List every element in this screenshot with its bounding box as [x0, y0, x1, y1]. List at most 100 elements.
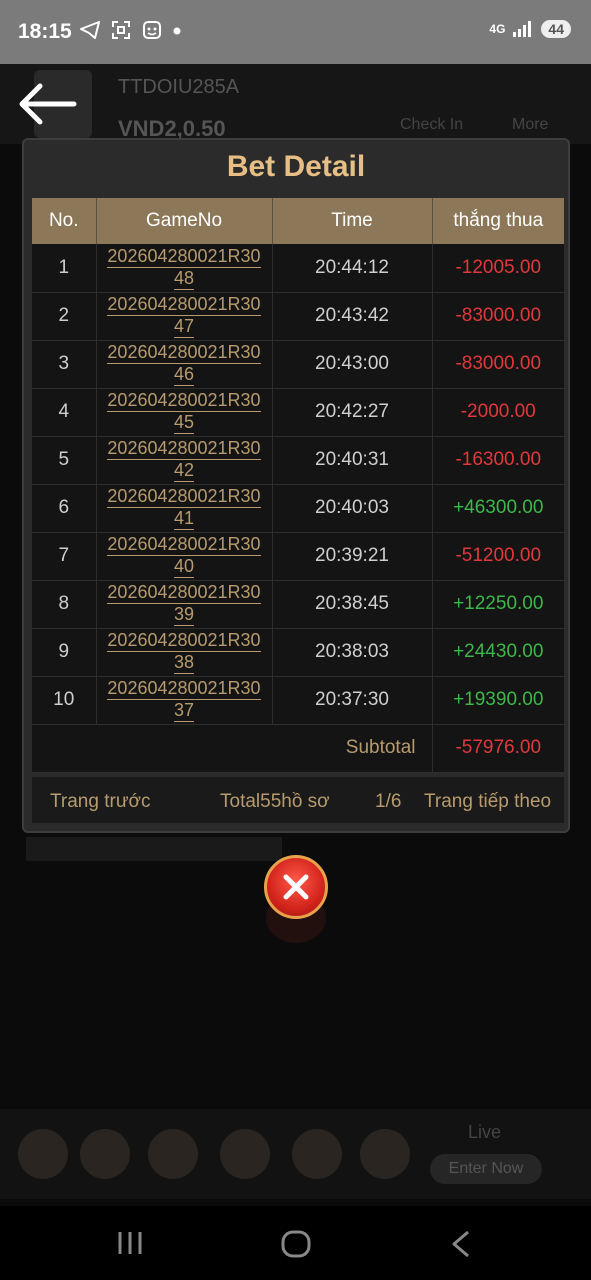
battery-indicator: 44 — [541, 20, 571, 38]
column-header: thắng thua — [432, 198, 564, 244]
dealer-avatar — [220, 1129, 270, 1179]
game-number-link[interactable]: 202604280021R30 47 — [107, 294, 261, 338]
subtotal-value: -57976.00 — [432, 724, 564, 773]
game-number-link[interactable]: 202604280021R30 45 — [107, 390, 261, 434]
row-result: -83000.00 — [432, 292, 564, 341]
row-number: 8 — [32, 580, 97, 629]
game-number-line: 202604280021R30 — [107, 438, 261, 460]
table-row: 10 202604280021R30 37 20:37:30 +19390.00 — [32, 676, 564, 725]
row-number: 5 — [32, 436, 97, 485]
game-number-suffix: 39 — [173, 604, 195, 626]
next-page-link[interactable]: Trang tiếp theo — [424, 791, 551, 813]
row-result: +46300.00 — [432, 484, 564, 533]
game-number-line: 202604280021R30 — [107, 582, 261, 604]
row-result: +19390.00 — [432, 676, 564, 725]
background-header: TTDOIU285A VND2,0.50 Check In More — [0, 64, 591, 144]
row-result: -16300.00 — [432, 436, 564, 485]
background-more: More — [512, 116, 549, 133]
game-number-link[interactable]: 202604280021R30 41 — [107, 486, 261, 530]
table-row: 7 202604280021R30 40 20:39:21 -51200.00 — [32, 532, 564, 581]
network-type: 4G — [489, 22, 506, 36]
background-username: TTDOIU285A — [118, 76, 240, 98]
dealer-avatar — [80, 1129, 130, 1179]
row-time: 20:38:45 — [272, 580, 433, 629]
subtotal-label: Subtotal — [32, 724, 433, 773]
row-time: 20:37:30 — [272, 676, 433, 725]
game-number-suffix: 37 — [173, 700, 195, 722]
row-time: 20:38:03 — [272, 628, 433, 677]
column-header: No. — [32, 198, 97, 244]
table-row: 3 202604280021R30 46 20:43:00 -83000.00 — [32, 340, 564, 389]
background-enter-now: Enter Now — [430, 1154, 542, 1184]
dealer-avatar — [292, 1129, 342, 1179]
game-number-cell: 202604280021R30 48 — [96, 244, 273, 293]
table-row: 9 202604280021R30 38 20:38:03 +24430.00 — [32, 628, 564, 677]
back-button[interactable] — [14, 80, 78, 128]
system-back-button[interactable] — [450, 1230, 472, 1263]
total-records: Total55hồ sơ — [220, 791, 330, 812]
gift-icon — [18, 1129, 68, 1179]
game-number-suffix: 41 — [173, 508, 195, 530]
row-number: 3 — [32, 340, 97, 389]
telegram-icon — [80, 21, 100, 39]
row-time: 20:44:12 — [272, 244, 433, 293]
dot-icon — [173, 27, 181, 35]
game-number-suffix: 47 — [173, 316, 195, 338]
game-number-cell: 202604280021R30 41 — [96, 484, 273, 533]
game-number-cell: 202604280021R30 38 — [96, 628, 273, 677]
status-time: 18:15 — [18, 20, 72, 43]
game-number-line: 202604280021R30 — [107, 294, 261, 316]
page-indicator: 1/6 — [375, 791, 402, 812]
game-number-link[interactable]: 202604280021R30 48 — [107, 246, 261, 290]
game-number-link[interactable]: 202604280021R30 42 — [107, 438, 261, 482]
recent-apps-button[interactable] — [116, 1230, 144, 1261]
home-button[interactable] — [281, 1230, 311, 1263]
bot-icon — [143, 21, 162, 39]
game-number-link[interactable]: 202604280021R30 37 — [107, 678, 261, 722]
game-number-link[interactable]: 202604280021R30 38 — [107, 630, 261, 674]
status-bar: 18:15 4G 44 — [0, 0, 591, 64]
row-result: -12005.00 — [432, 244, 564, 293]
game-number-line: 202604280021R30 — [107, 630, 261, 652]
recent-apps-icon — [118, 1232, 142, 1254]
row-number: 7 — [32, 532, 97, 581]
game-number-suffix: 40 — [173, 556, 195, 578]
game-number-line: 202604280021R30 — [107, 342, 261, 364]
table-row: 5 202604280021R30 42 20:40:31 -16300.00 — [32, 436, 564, 485]
background-live-label: Live — [468, 1122, 502, 1142]
dealer-avatar — [360, 1129, 410, 1179]
row-time: 20:42:27 — [272, 388, 433, 437]
row-time: 20:43:00 — [272, 340, 433, 389]
game-number-cell: 202604280021R30 39 — [96, 580, 273, 629]
game-number-line: 202604280021R30 — [107, 534, 261, 556]
row-result: +12250.00 — [432, 580, 564, 629]
row-number: 2 — [32, 292, 97, 341]
game-number-cell: 202604280021R30 46 — [96, 340, 273, 389]
home-icon — [281, 1230, 311, 1258]
game-number-suffix: 38 — [173, 652, 195, 674]
game-number-link[interactable]: 202604280021R30 46 — [107, 342, 261, 386]
game-number-cell: 202604280021R30 47 — [96, 292, 273, 341]
table-row: 1 202604280021R30 48 20:44:12 -12005.00 — [32, 244, 564, 293]
game-number-link[interactable]: 202604280021R30 39 — [107, 582, 261, 626]
game-number-suffix: 45 — [173, 412, 195, 434]
row-result: -51200.00 — [432, 532, 564, 581]
prev-page-link[interactable]: Trang trước — [50, 791, 151, 813]
close-button[interactable] — [264, 855, 328, 919]
game-number-suffix: 46 — [173, 364, 195, 386]
row-result: -2000.00 — [432, 388, 564, 437]
game-number-link[interactable]: 202604280021R30 40 — [107, 534, 261, 578]
subtotal-row: Subtotal -57976.00 — [32, 724, 564, 773]
game-number-suffix: 48 — [173, 267, 195, 290]
game-number-line: 202604280021R30 — [107, 390, 261, 412]
row-number: 4 — [32, 388, 97, 437]
dealer-avatar — [148, 1129, 198, 1179]
system-nav-bar — [0, 1206, 591, 1280]
table-row: 4 202604280021R30 45 20:42:27 -2000.00 — [32, 388, 564, 437]
game-number-cell: 202604280021R30 40 — [96, 532, 273, 581]
row-time: 20:39:21 — [272, 532, 433, 581]
bet-detail-dialog: Bet Detail No. GameNo Time thắng thua 12… — [22, 138, 570, 833]
scan-icon — [112, 21, 131, 39]
column-header: Time — [272, 198, 433, 244]
table-row: 6 202604280021R30 41 20:40:03 +46300.00 — [32, 484, 564, 533]
